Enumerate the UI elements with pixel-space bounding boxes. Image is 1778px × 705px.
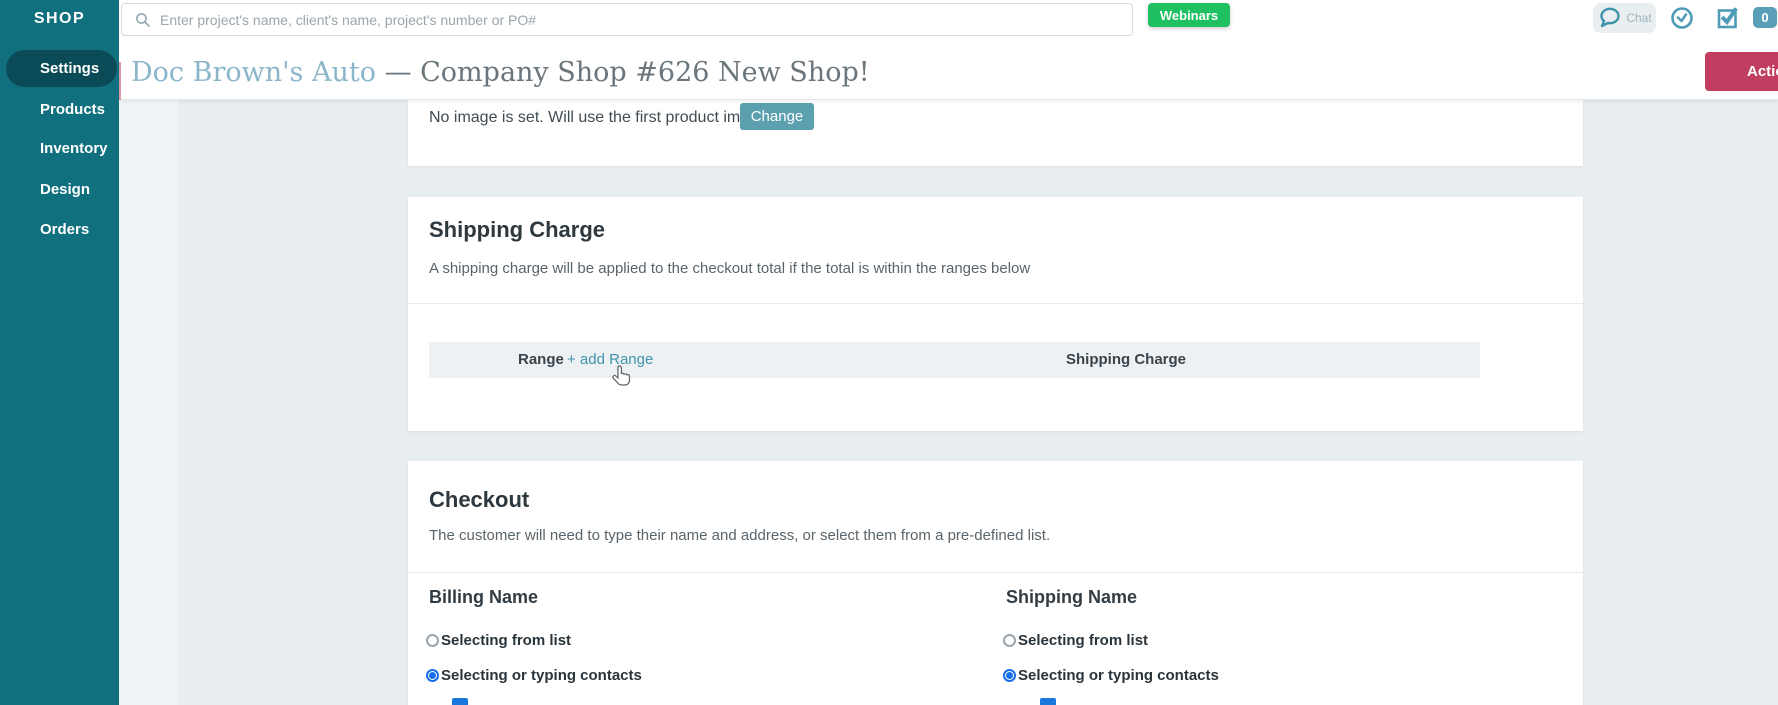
page-header: Doc Brown's Auto — Company Shop #626 New… <box>119 45 1778 100</box>
checkout-card: Checkout The customer will need to type … <box>408 461 1583 705</box>
page-title: Doc Brown's Auto — Company Shop #626 New… <box>131 57 870 88</box>
radio-unchecked-icon <box>1003 633 1016 647</box>
sidebar-item-design[interactable]: Design <box>0 171 119 208</box>
shipping-partial-checkbox[interactable] <box>1040 698 1056 705</box>
page-title-rest: — Company Shop #626 New Shop! <box>384 57 870 88</box>
search-icon <box>136 12 150 27</box>
change-image-button[interactable]: Change <box>740 103 814 130</box>
radio-label: Selecting from list <box>1018 631 1149 649</box>
scroll-indicator-sliver <box>119 62 121 100</box>
scrollbar-track <box>119 100 178 705</box>
shop-name-link[interactable]: Doc Brown's Auto <box>131 57 376 88</box>
radio-label: Selecting or typing contacts <box>441 666 642 684</box>
search-input[interactable] <box>160 11 1132 28</box>
ranges-table-header: Range + add Range Shipping Charge <box>429 342 1480 378</box>
divider <box>408 303 1583 304</box>
sidebar-item-products[interactable]: Products <box>0 91 119 128</box>
chat-button[interactable]: Chat <box>1593 3 1656 33</box>
range-column-header: Range <box>518 351 564 368</box>
sidebar-item-orders[interactable]: Orders <box>0 211 119 248</box>
chat-bubble-icon <box>1600 7 1621 28</box>
billing-radio-selecting-from-list[interactable]: Selecting from list <box>426 631 572 649</box>
radio-label: Selecting from list <box>441 631 572 649</box>
task-check-icon[interactable] <box>1716 6 1740 30</box>
sidebar: SHOP Settings Products Inventory Design … <box>0 0 119 705</box>
billing-name-column: Billing Name Selecting from list Selecti… <box>426 584 986 705</box>
shipping-radio-selecting-or-typing[interactable]: Selecting or typing contacts <box>1003 666 1219 684</box>
billing-radio-selecting-or-typing[interactable]: Selecting or typing contacts <box>426 666 642 684</box>
shipping-charge-card: Shipping Charge A shipping charge will b… <box>408 197 1583 431</box>
shipping-charge-column-header: Shipping Charge <box>1066 351 1186 368</box>
actions-button[interactable]: Actio <box>1705 52 1778 91</box>
sidebar-shop-title: SHOP <box>33 10 86 27</box>
radio-checked-icon <box>1003 668 1016 682</box>
radio-checked-icon <box>426 668 439 682</box>
divider <box>408 572 1583 573</box>
billing-partial-checkbox[interactable] <box>452 698 468 705</box>
mouse-cursor <box>612 365 631 386</box>
checkout-title: Checkout <box>429 487 530 512</box>
shipping-name-column: Shipping Name Selecting from list Select… <box>1003 584 1563 705</box>
shipping-charge-title: Shipping Charge <box>429 217 605 242</box>
chat-label: Chat <box>1626 11 1652 25</box>
shop-image-card: No image is set. Will use the first prod… <box>408 100 1583 166</box>
sidebar-item-inventory[interactable]: Inventory <box>0 130 119 167</box>
topbar: Webinars Chat 0 <box>119 0 1778 45</box>
billing-name-heading: Billing Name <box>429 587 539 607</box>
notifications-badge[interactable]: 0 <box>1753 7 1777 28</box>
webinars-button[interactable]: Webinars <box>1148 3 1230 27</box>
shipping-radio-selecting-from-list[interactable]: Selecting from list <box>1003 631 1149 649</box>
main-content: No image is set. Will use the first prod… <box>119 100 1778 705</box>
shipping-charge-subtitle: A shipping charge will be applied to the… <box>429 260 1031 277</box>
shipping-name-heading: Shipping Name <box>1006 587 1138 607</box>
checkout-subtitle: The customer will need to type their nam… <box>429 527 1051 544</box>
clock-icon[interactable] <box>1670 6 1694 30</box>
no-image-text: No image is set. Will use the first prod… <box>429 109 772 126</box>
sidebar-item-settings[interactable]: Settings <box>6 50 117 87</box>
radio-label: Selecting or typing contacts <box>1018 666 1219 684</box>
app-window: SHOP Settings Products Inventory Design … <box>0 0 1778 705</box>
radio-unchecked-icon <box>426 633 439 647</box>
search-box <box>121 3 1133 36</box>
